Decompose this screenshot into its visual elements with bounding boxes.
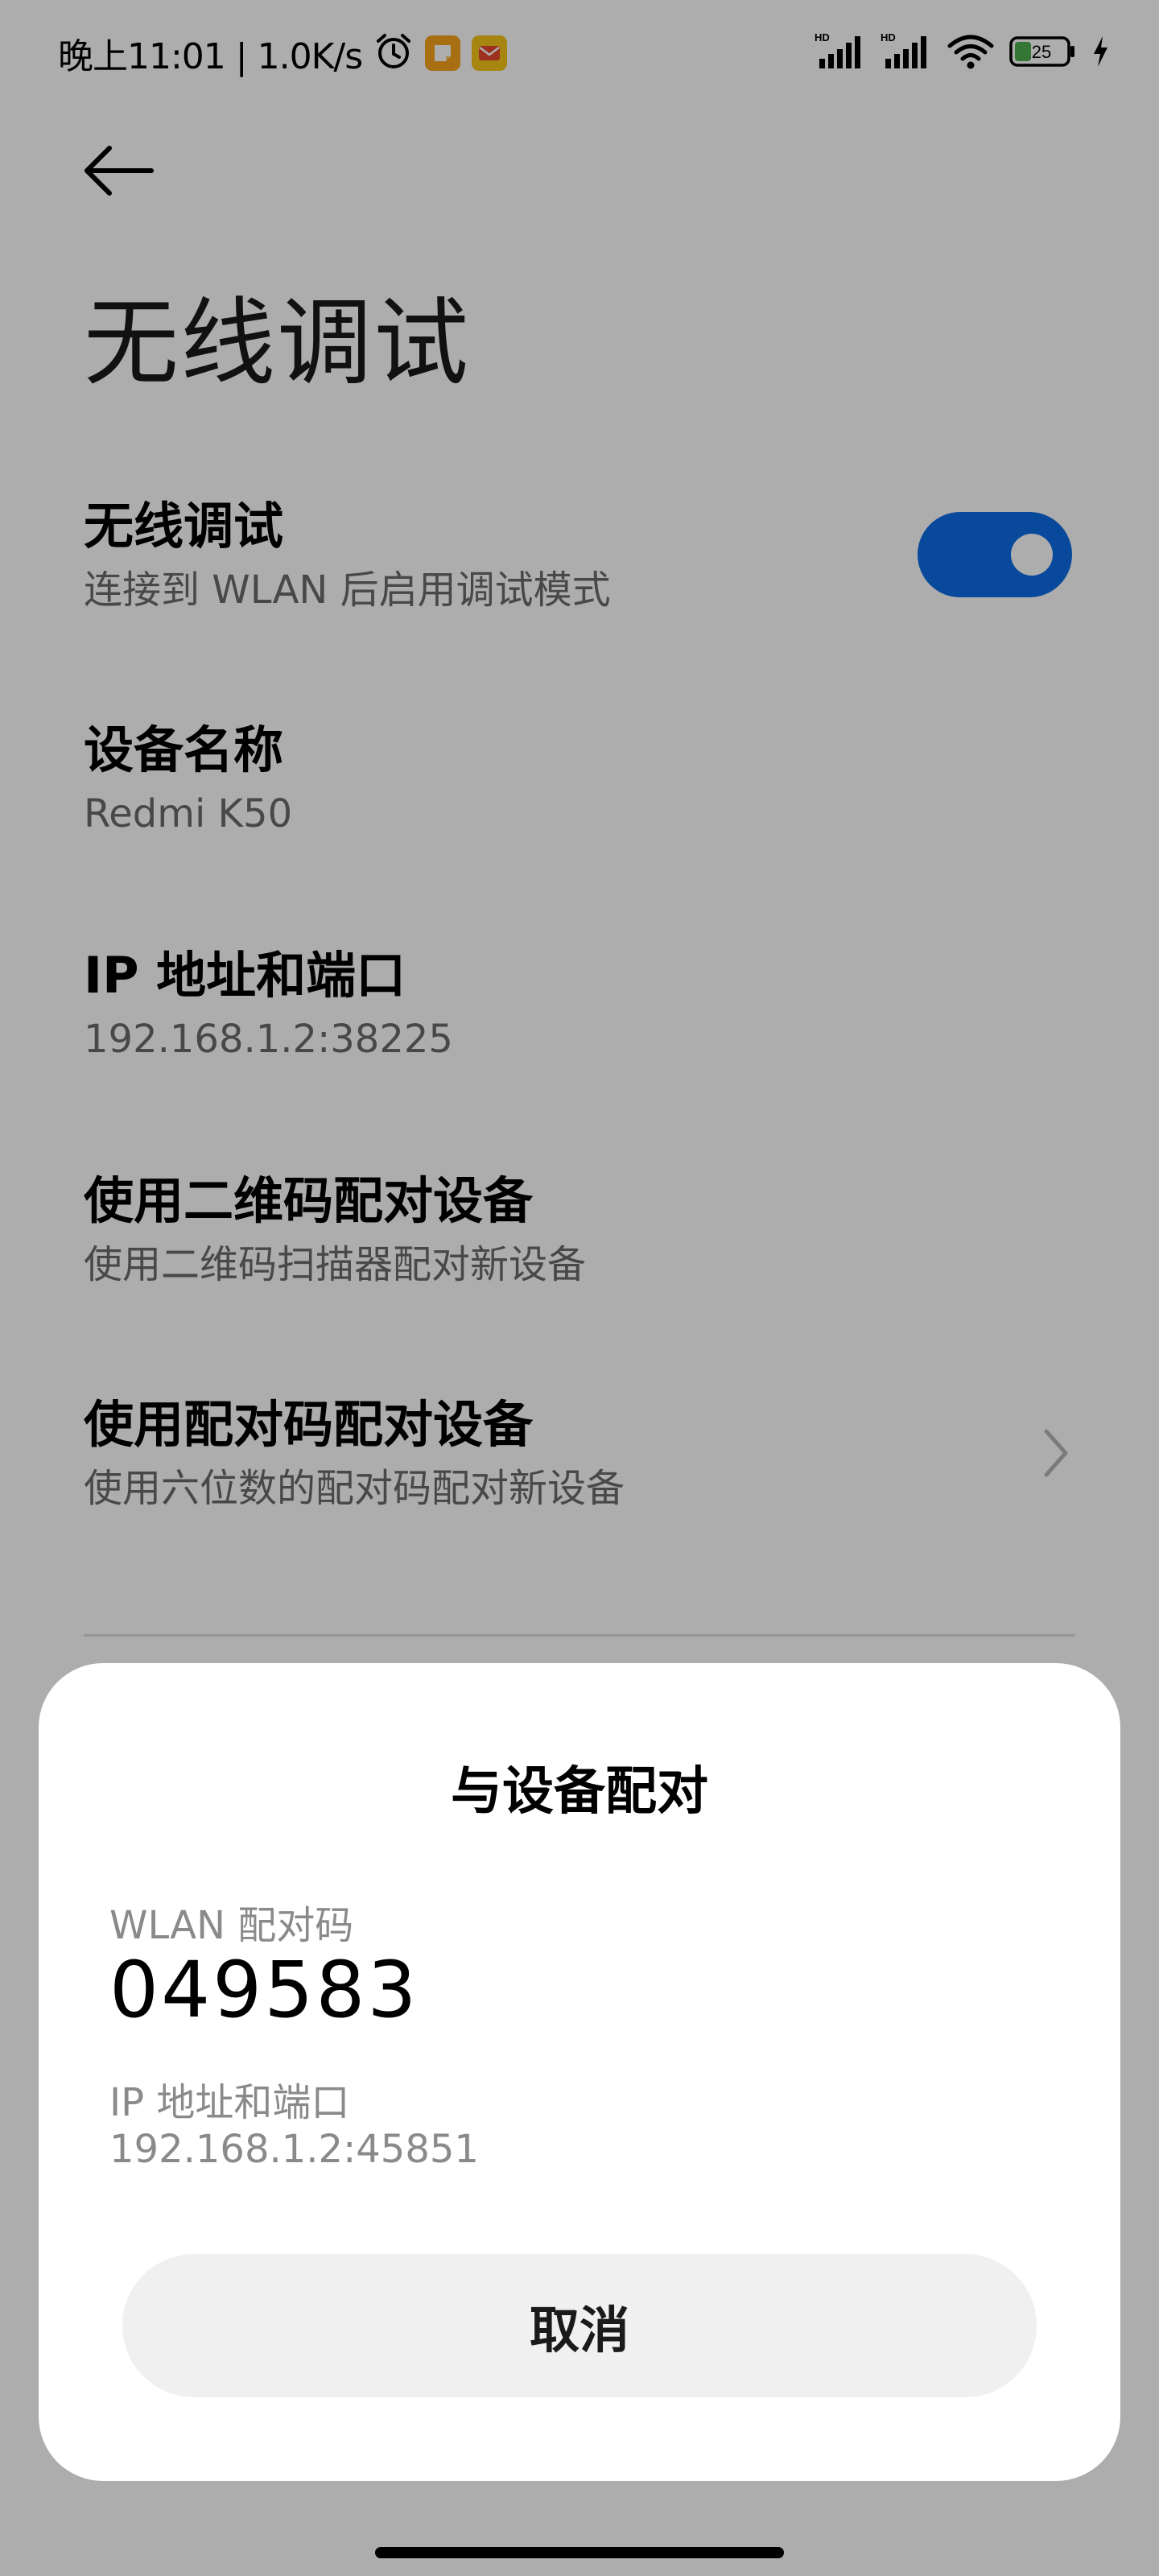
dialog-ip-label: IP 地址和端口 bbox=[109, 2080, 350, 2125]
dialog-title: 与设备配对 bbox=[451, 1762, 708, 1822]
wireless-debugging-page: 晚上11:01 | 1.0K/s HD HD 25 无线调试 无线调试 连接到 … bbox=[0, 0, 1159, 2576]
pair-device-dialog: 与设备配对 WLAN 配对码 049583 IP 地址和端口 192.168.1… bbox=[39, 1663, 1120, 2481]
cancel-button[interactable]: 取消 bbox=[122, 2254, 1037, 2397]
home-indicator[interactable] bbox=[375, 2547, 784, 2558]
pairing-code: 049583 bbox=[109, 1945, 419, 2035]
dialog-ip-value: 192.168.1.2:45851 bbox=[109, 2127, 479, 2172]
pairing-code-label: WLAN 配对码 bbox=[109, 1903, 354, 1948]
